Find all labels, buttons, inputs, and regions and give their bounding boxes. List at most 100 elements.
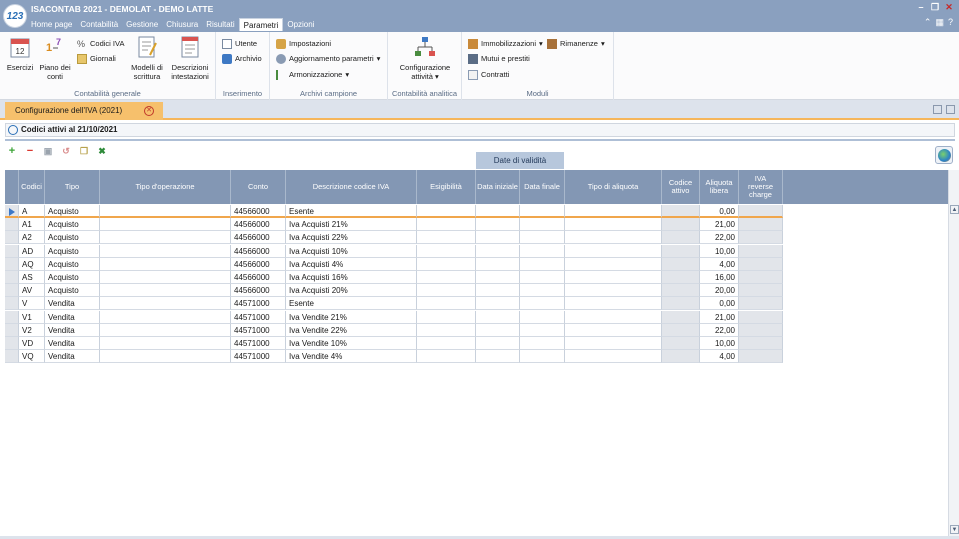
cell-esigibilita[interactable] bbox=[417, 205, 476, 218]
column-header-data-finale[interactable]: Data finale bbox=[520, 170, 565, 204]
document-tab-configurazione-iva[interactable]: Configurazione dell'IVA (2021) ✕ bbox=[5, 102, 163, 120]
close-icon[interactable]: ✕ bbox=[943, 2, 955, 13]
cell-tipo[interactable]: Vendita bbox=[45, 323, 100, 337]
close-tab-icon[interactable]: ✕ bbox=[144, 106, 154, 116]
cell-esigibilita[interactable] bbox=[417, 323, 476, 337]
cell-data-finale[interactable] bbox=[520, 297, 565, 311]
cell-codice-attivo[interactable] bbox=[662, 323, 700, 337]
scroll-down-icon[interactable]: ▼ bbox=[950, 525, 959, 534]
cell-conto[interactable]: 44571000 bbox=[231, 297, 286, 311]
cell-codice-attivo[interactable] bbox=[662, 257, 700, 271]
row-indicator[interactable] bbox=[5, 350, 19, 364]
cell-codice[interactable]: AS bbox=[19, 271, 45, 284]
cell-esigibilita[interactable] bbox=[417, 310, 476, 324]
row-indicator[interactable] bbox=[5, 310, 19, 324]
tile-windows-icon[interactable] bbox=[946, 105, 955, 114]
cell-tipo[interactable]: Vendita bbox=[45, 337, 100, 350]
column-header-tipo[interactable]: Tipo bbox=[45, 170, 100, 204]
cell-data-finale[interactable] bbox=[520, 271, 565, 284]
row-indicator[interactable] bbox=[5, 323, 19, 337]
cell-iva-reverse-charge[interactable] bbox=[739, 323, 783, 337]
cell-codice-attivo[interactable] bbox=[662, 244, 700, 258]
table-row[interactable]: VD Vendita 44571000 Iva Vendite 10% 10,00 bbox=[5, 337, 783, 350]
cell-iva-reverse-charge[interactable] bbox=[739, 205, 783, 218]
cell-aliquota-libera[interactable]: 20,00 bbox=[700, 284, 739, 298]
cell-tipo[interactable]: Vendita bbox=[45, 310, 100, 324]
column-header-data-iniziale[interactable]: Data iniziale bbox=[476, 170, 520, 204]
cell-esigibilita[interactable] bbox=[417, 350, 476, 364]
cell-conto[interactable]: 44566000 bbox=[231, 218, 286, 232]
row-indicator[interactable] bbox=[5, 244, 19, 258]
cell-data-finale[interactable] bbox=[520, 310, 565, 324]
cell-codice[interactable]: A1 bbox=[19, 218, 45, 232]
cell-data-iniziale[interactable] bbox=[476, 244, 520, 258]
app-logo[interactable]: 123 bbox=[3, 4, 27, 28]
cell-conto[interactable]: 44571000 bbox=[231, 323, 286, 337]
cell-conto[interactable]: 44566000 bbox=[231, 205, 286, 218]
cell-iva-reverse-charge[interactable] bbox=[739, 244, 783, 258]
menu-home-page[interactable]: Home page bbox=[27, 18, 76, 31]
cell-codice-attivo[interactable] bbox=[662, 218, 700, 232]
cell-descrizione[interactable]: Iva Acquisti 16% bbox=[286, 271, 417, 284]
table-row[interactable]: AD Acquisto 44566000 Iva Acquisti 10% 10,00 bbox=[5, 244, 783, 258]
cell-tipo-aliquota[interactable] bbox=[565, 231, 662, 245]
cell-descrizione[interactable]: Iva Acquisti 10% bbox=[286, 244, 417, 258]
cell-tipo-operazione[interactable] bbox=[100, 231, 231, 245]
cell-data-finale[interactable] bbox=[520, 257, 565, 271]
cell-descrizione[interactable]: Iva Acquisti 22% bbox=[286, 231, 417, 245]
rimanenze-button[interactable]: Rimanenze ▾ bbox=[547, 38, 605, 49]
table-row[interactable]: V Vendita 44571000 Esente 0,00 bbox=[5, 297, 783, 311]
calculator-icon[interactable]: ▦ bbox=[935, 17, 944, 28]
utente-button[interactable]: Utente bbox=[222, 38, 257, 49]
cell-conto[interactable]: 44566000 bbox=[231, 231, 286, 245]
cell-descrizione[interactable]: Iva Vendite 10% bbox=[286, 337, 417, 350]
cell-tipo-operazione[interactable] bbox=[100, 244, 231, 258]
cell-tipo-aliquota[interactable] bbox=[565, 350, 662, 364]
cell-data-finale[interactable] bbox=[520, 244, 565, 258]
cell-tipo-operazione[interactable] bbox=[100, 337, 231, 350]
cell-tipo-aliquota[interactable] bbox=[565, 218, 662, 232]
armonizzazione-button[interactable]: Armonizzazione ▾ bbox=[276, 69, 349, 80]
cell-codice[interactable]: V1 bbox=[19, 310, 45, 324]
minimize-icon[interactable]: – bbox=[915, 2, 927, 13]
cell-descrizione[interactable]: Iva Acquisti 21% bbox=[286, 218, 417, 232]
cell-data-iniziale[interactable] bbox=[476, 297, 520, 311]
cell-esigibilita[interactable] bbox=[417, 218, 476, 232]
aggiornamento-parametri-button[interactable]: Aggiornamento parametri ▾ bbox=[276, 53, 380, 64]
menu-risultati[interactable]: Risultati bbox=[202, 18, 238, 31]
cell-tipo[interactable]: Acquisto bbox=[45, 244, 100, 258]
archivio-button[interactable]: Archivio bbox=[222, 53, 262, 64]
cell-esigibilita[interactable] bbox=[417, 297, 476, 311]
configurazione-attivita-button[interactable]: Configurazione attività ▾ bbox=[397, 35, 453, 81]
cell-aliquota-libera[interactable]: 4,00 bbox=[700, 257, 739, 271]
cell-aliquota-libera[interactable]: 21,00 bbox=[700, 218, 739, 232]
cell-aliquota-libera[interactable]: 21,00 bbox=[700, 310, 739, 324]
table-row[interactable]: A1 Acquisto 44566000 Iva Acquisti 21% 21,00 bbox=[5, 218, 783, 232]
restore-icon[interactable]: ❐ bbox=[929, 2, 941, 13]
cell-tipo-operazione[interactable] bbox=[100, 205, 231, 218]
column-header-descrizione[interactable]: Descrizione codice IVA bbox=[286, 170, 417, 204]
cell-tipo[interactable]: Acquisto bbox=[45, 284, 100, 298]
cell-data-iniziale[interactable] bbox=[476, 205, 520, 218]
cell-tipo[interactable]: Acquisto bbox=[45, 205, 100, 218]
cell-data-iniziale[interactable] bbox=[476, 284, 520, 298]
cell-tipo-aliquota[interactable] bbox=[565, 310, 662, 324]
cell-data-iniziale[interactable] bbox=[476, 271, 520, 284]
cell-iva-reverse-charge[interactable] bbox=[739, 257, 783, 271]
cell-tipo-operazione[interactable] bbox=[100, 323, 231, 337]
column-header-conto[interactable]: Conto bbox=[231, 170, 286, 204]
cell-tipo[interactable]: Vendita bbox=[45, 297, 100, 311]
cell-data-iniziale[interactable] bbox=[476, 257, 520, 271]
piano-dei-conti-button[interactable]: 17 Piano dei conti bbox=[38, 35, 72, 81]
cell-aliquota-libera[interactable]: 4,00 bbox=[700, 350, 739, 364]
window-layout-icon[interactable] bbox=[933, 105, 942, 114]
row-indicator[interactable] bbox=[5, 257, 19, 271]
row-indicator[interactable] bbox=[5, 231, 19, 245]
cell-data-finale[interactable] bbox=[520, 218, 565, 232]
cell-data-finale[interactable] bbox=[520, 323, 565, 337]
contratti-button[interactable]: Contratti bbox=[468, 69, 509, 80]
table-row[interactable]: A2 Acquisto 44566000 Iva Acquisti 22% 22,00 bbox=[5, 231, 783, 245]
column-header-aliquota-libera[interactable]: Aliquota libera bbox=[700, 170, 739, 204]
cell-iva-reverse-charge[interactable] bbox=[739, 231, 783, 245]
cell-tipo-operazione[interactable] bbox=[100, 350, 231, 364]
